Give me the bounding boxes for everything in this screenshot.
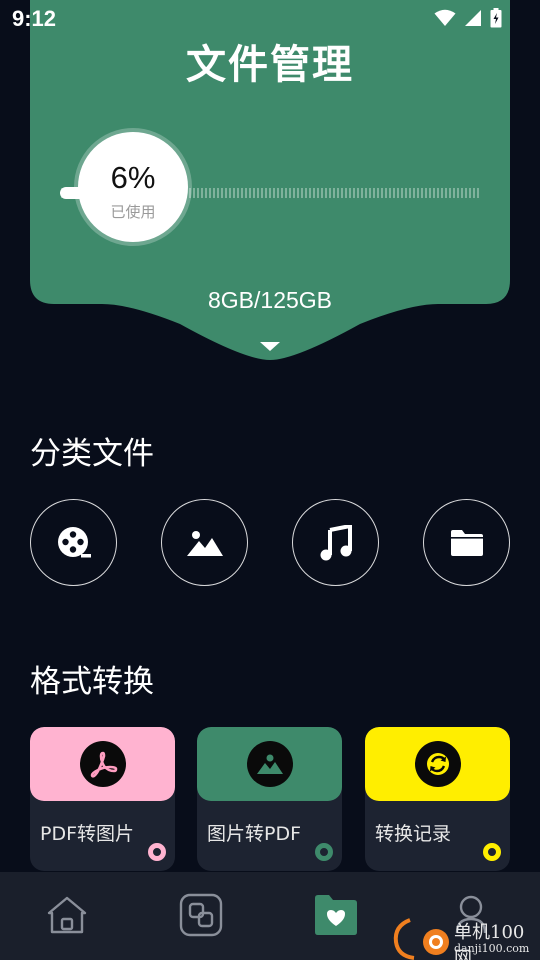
status-icons bbox=[434, 8, 502, 28]
category-image-button[interactable] bbox=[161, 499, 248, 586]
conversion-history-label: 转换记录 bbox=[375, 823, 452, 845]
category-folder-button[interactable] bbox=[423, 499, 510, 586]
image-to-pdf-card[interactable]: 图片转PDF bbox=[197, 727, 342, 871]
categories-title: 分类文件 bbox=[30, 436, 154, 472]
pdf-to-image-label: PDF转图片 bbox=[40, 823, 135, 845]
folder-icon bbox=[450, 529, 483, 556]
video-icon bbox=[57, 526, 91, 557]
category-music-button[interactable] bbox=[292, 499, 379, 586]
indicator-dot bbox=[148, 843, 166, 861]
indicator-dot bbox=[315, 843, 333, 861]
storage-card[interactable]: 文件管理 6% 已使用 8GB/125GB bbox=[30, 0, 510, 362]
tools-icon bbox=[179, 893, 223, 937]
expand-caret-icon[interactable] bbox=[258, 340, 282, 352]
watermark-line2: danji100.com bbox=[454, 942, 530, 955]
indicator-dot bbox=[483, 843, 501, 861]
music-icon bbox=[320, 524, 352, 560]
signal-icon bbox=[465, 10, 481, 26]
page-title: 文件管理 bbox=[186, 42, 354, 88]
status-time: 9:12 bbox=[12, 6, 57, 31]
screen: 9:12 文件管理 6% 已使用 8GB/125GB 分类文件 格式转换 PDF… bbox=[0, 0, 540, 960]
usage-indicator: 6% 已使用 bbox=[78, 132, 188, 242]
card-header bbox=[30, 727, 175, 801]
storage-amount: 8GB/125GB bbox=[207, 287, 333, 313]
usage-percent: 6% bbox=[110, 160, 156, 195]
watermark-logo bbox=[393, 918, 449, 960]
pdf-to-image-card[interactable]: PDF转图片 bbox=[30, 727, 175, 871]
pdf-icon bbox=[79, 741, 126, 787]
sync-icon bbox=[414, 741, 461, 787]
favorite-folder-icon bbox=[315, 895, 357, 935]
card-header bbox=[197, 727, 342, 801]
wifi-icon bbox=[434, 9, 456, 26]
conversion-title: 格式转换 bbox=[30, 664, 154, 700]
nav-home[interactable] bbox=[44, 892, 90, 938]
image-to-pdf-label: 图片转PDF bbox=[207, 823, 302, 845]
image-icon bbox=[186, 530, 223, 556]
nav-files[interactable] bbox=[313, 892, 359, 938]
home-icon bbox=[47, 896, 87, 934]
conversion-history-card[interactable]: 转换记录 bbox=[365, 727, 510, 871]
status-bar: 9:12 bbox=[0, 0, 540, 38]
nav-tools[interactable] bbox=[178, 892, 224, 938]
image-icon bbox=[246, 741, 293, 787]
watermark: 单机100网 danji100.com bbox=[388, 912, 540, 960]
usage-label: 已使用 bbox=[110, 203, 156, 221]
card-header bbox=[365, 727, 510, 801]
battery-icon bbox=[490, 8, 502, 28]
category-video-button[interactable] bbox=[30, 499, 117, 586]
